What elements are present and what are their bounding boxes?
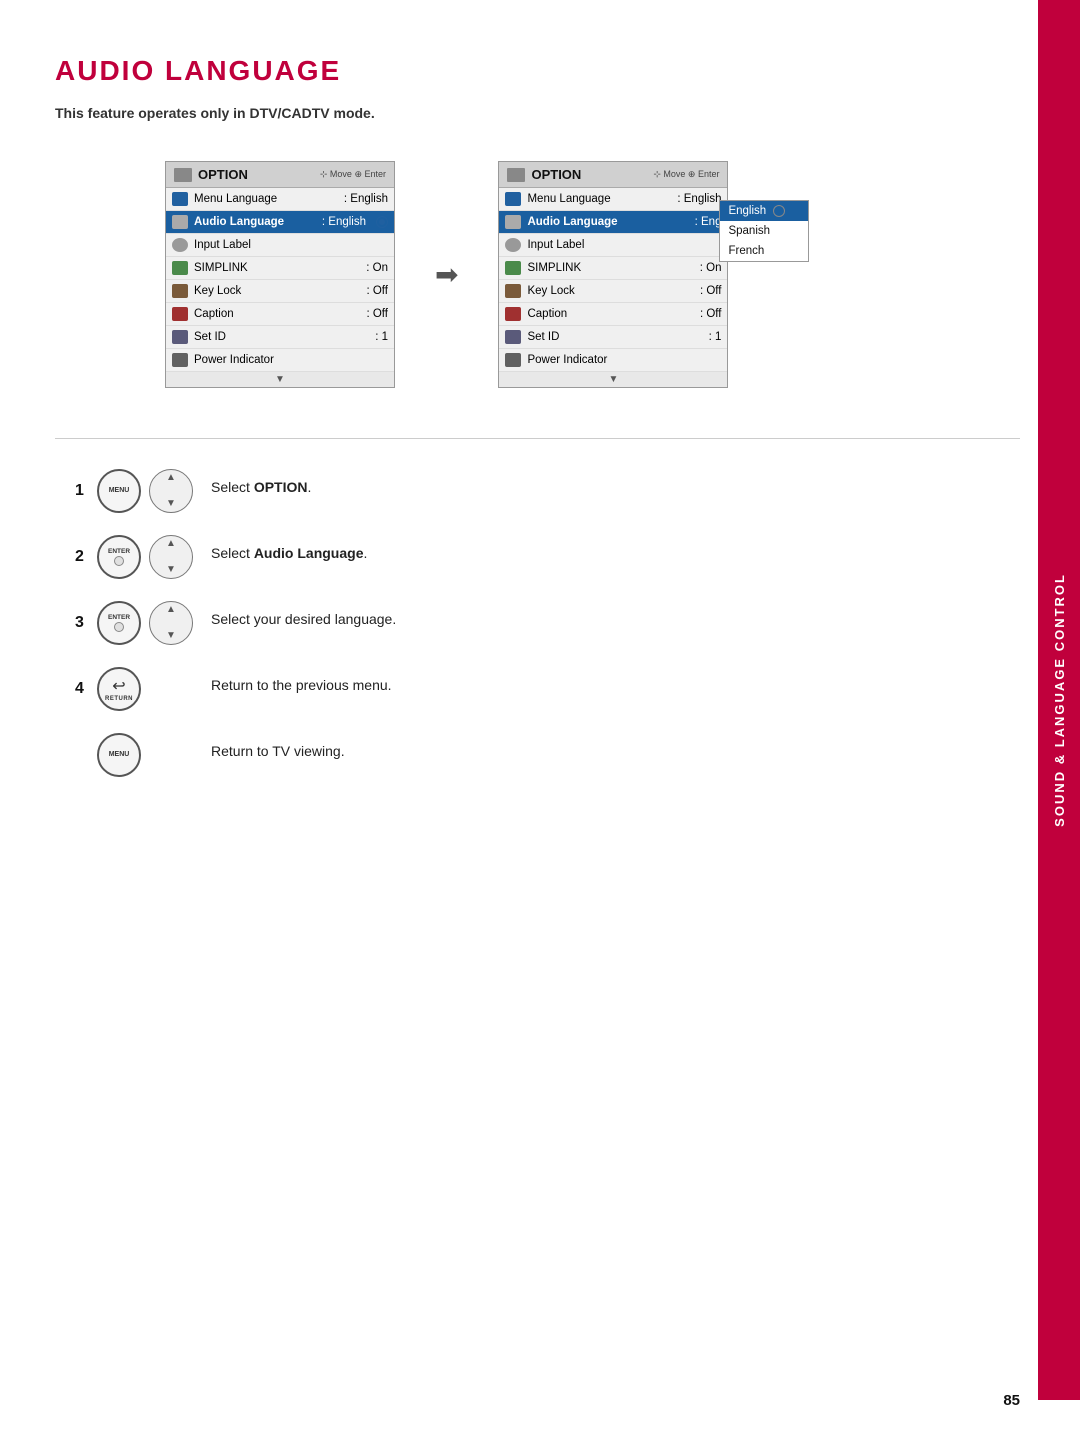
enter-dot (114, 556, 124, 566)
menu-row: Set ID : 1 (166, 326, 394, 349)
enter-dot-3 (114, 622, 124, 632)
menu-footer-left: ▼ (166, 372, 394, 387)
sidebar: Sound & Language Control (1038, 0, 1080, 1400)
menu-icon-right (507, 168, 525, 182)
row-icon (505, 353, 521, 367)
menu-nav-hint-right: ⊹ Move ⊕ Enter (653, 169, 719, 180)
menu-footer-right: ▼ (499, 372, 727, 387)
radio-english (773, 205, 785, 217)
row-icon (505, 192, 521, 206)
row-icon (172, 330, 188, 344)
menu-button: MENU (97, 469, 141, 513)
menu-row: Menu Language : English (166, 188, 394, 211)
menu-rows-left: Menu Language : English Audio Language :… (166, 188, 394, 372)
page-title: AUDIO LANGUAGE (55, 55, 1020, 87)
dropdown-item-english: English (720, 201, 808, 221)
row-icon (172, 284, 188, 298)
row-icon (172, 353, 188, 367)
menu-panel-right: OPTION ⊹ Move ⊕ Enter Menu Language : En… (498, 161, 728, 388)
menu-row-audio-right: Audio Language : Eng (499, 211, 727, 234)
step-text-2: Select Audio Language. (211, 535, 367, 564)
screenshots-row: OPTION ⊹ Move ⊕ Enter Menu Language : En… (55, 161, 1020, 388)
row-icon (172, 215, 188, 229)
menu-row: Key Lock : Off (166, 280, 394, 303)
menu-row: Menu Language : English (499, 188, 727, 211)
row-icon (172, 238, 188, 252)
menu-row: Set ID : 1 (499, 326, 727, 349)
menu-header-right: OPTION ⊹ Move ⊕ Enter (499, 162, 727, 188)
step-number: 3 (75, 614, 89, 632)
arrow-next: ➡ (435, 258, 458, 291)
menu-row: Caption : Off (499, 303, 727, 326)
row-icon (505, 238, 521, 252)
arrow-button-3: ▲ ▼ (149, 601, 193, 645)
menu-button-2: MENU (97, 733, 141, 777)
step-text-3: Select your desired language. (211, 601, 396, 630)
divider (55, 438, 1020, 439)
step-number: 4 (75, 680, 89, 698)
menu-row: Input Label (166, 234, 394, 257)
menu-row: SIMPLINK : On (166, 257, 394, 280)
dropdown-item-french: French (720, 241, 808, 261)
menu-row: SIMPLINK : On (499, 257, 727, 280)
dropdown-item-spanish: Spanish (720, 221, 808, 241)
enter-button-2: ENTER (97, 535, 141, 579)
step-text-1: Select OPTION. (211, 469, 311, 498)
steps-section: 1 MENU ▲ ▼ Select OPTION. 2 ENTER (55, 469, 1020, 777)
menu-row: Caption : Off (166, 303, 394, 326)
subtitle: This feature operates only in DTV/CADTV … (55, 105, 1020, 121)
step-text-5: Return to TV viewing. (211, 733, 345, 762)
step-1: 1 MENU ▲ ▼ Select OPTION. (75, 469, 1020, 513)
menu-nav-hint-left: ⊹ Move ⊕ Enter (320, 169, 386, 180)
row-icon (172, 307, 188, 321)
menu-row: Input Label (499, 234, 727, 257)
arrow-button-2: ▲ ▼ (149, 535, 193, 579)
menu-row: Key Lock : Off (499, 280, 727, 303)
menu-title-right: OPTION (531, 167, 581, 182)
step-text-4: Return to the previous menu. (211, 667, 392, 696)
row-icon (505, 284, 521, 298)
step-4: 4 ↩ RETURN Return to the previous menu. (75, 667, 1020, 711)
step-number: 2 (75, 548, 89, 566)
row-icon (505, 215, 521, 229)
arrow-button-1: ▲ ▼ (149, 469, 193, 513)
step-number: 1 (75, 482, 89, 500)
nav-hint-text: ⊹ Move ⊕ Enter (320, 169, 386, 180)
menu-panel-left: OPTION ⊹ Move ⊕ Enter Menu Language : En… (165, 161, 395, 388)
menu-rows-right: Menu Language : English Audio Language :… (499, 188, 727, 372)
main-content: AUDIO LANGUAGE This feature operates onl… (55, 0, 1020, 777)
return-button: ↩ RETURN (97, 667, 141, 711)
row-icon (505, 261, 521, 275)
step-5: MENU Return to TV viewing. (75, 733, 1020, 777)
page-number: 85 (1003, 1392, 1020, 1409)
row-icon (172, 261, 188, 275)
menu-row: Power Indicator (166, 349, 394, 372)
sidebar-label: Sound & Language Control (1052, 573, 1067, 827)
menu-row-audio: Audio Language : English (166, 211, 394, 234)
menu-title-left: OPTION (198, 167, 248, 182)
step-3: 3 ENTER ▲ ▼ Select your desired language… (75, 601, 1020, 645)
menu-row: Power Indicator (499, 349, 727, 372)
menu-icon-left (174, 168, 192, 182)
row-icon (505, 330, 521, 344)
row-icon (505, 307, 521, 321)
menu-header-left: OPTION ⊹ Move ⊕ Enter (166, 162, 394, 188)
step-2: 2 ENTER ▲ ▼ Select Audio Language. (75, 535, 1020, 579)
language-dropdown: English Spanish French (719, 200, 809, 262)
nav-hint-text-r: ⊹ Move ⊕ Enter (653, 169, 719, 180)
row-icon (172, 192, 188, 206)
radio-btn (376, 216, 388, 228)
enter-button-3: ENTER (97, 601, 141, 645)
